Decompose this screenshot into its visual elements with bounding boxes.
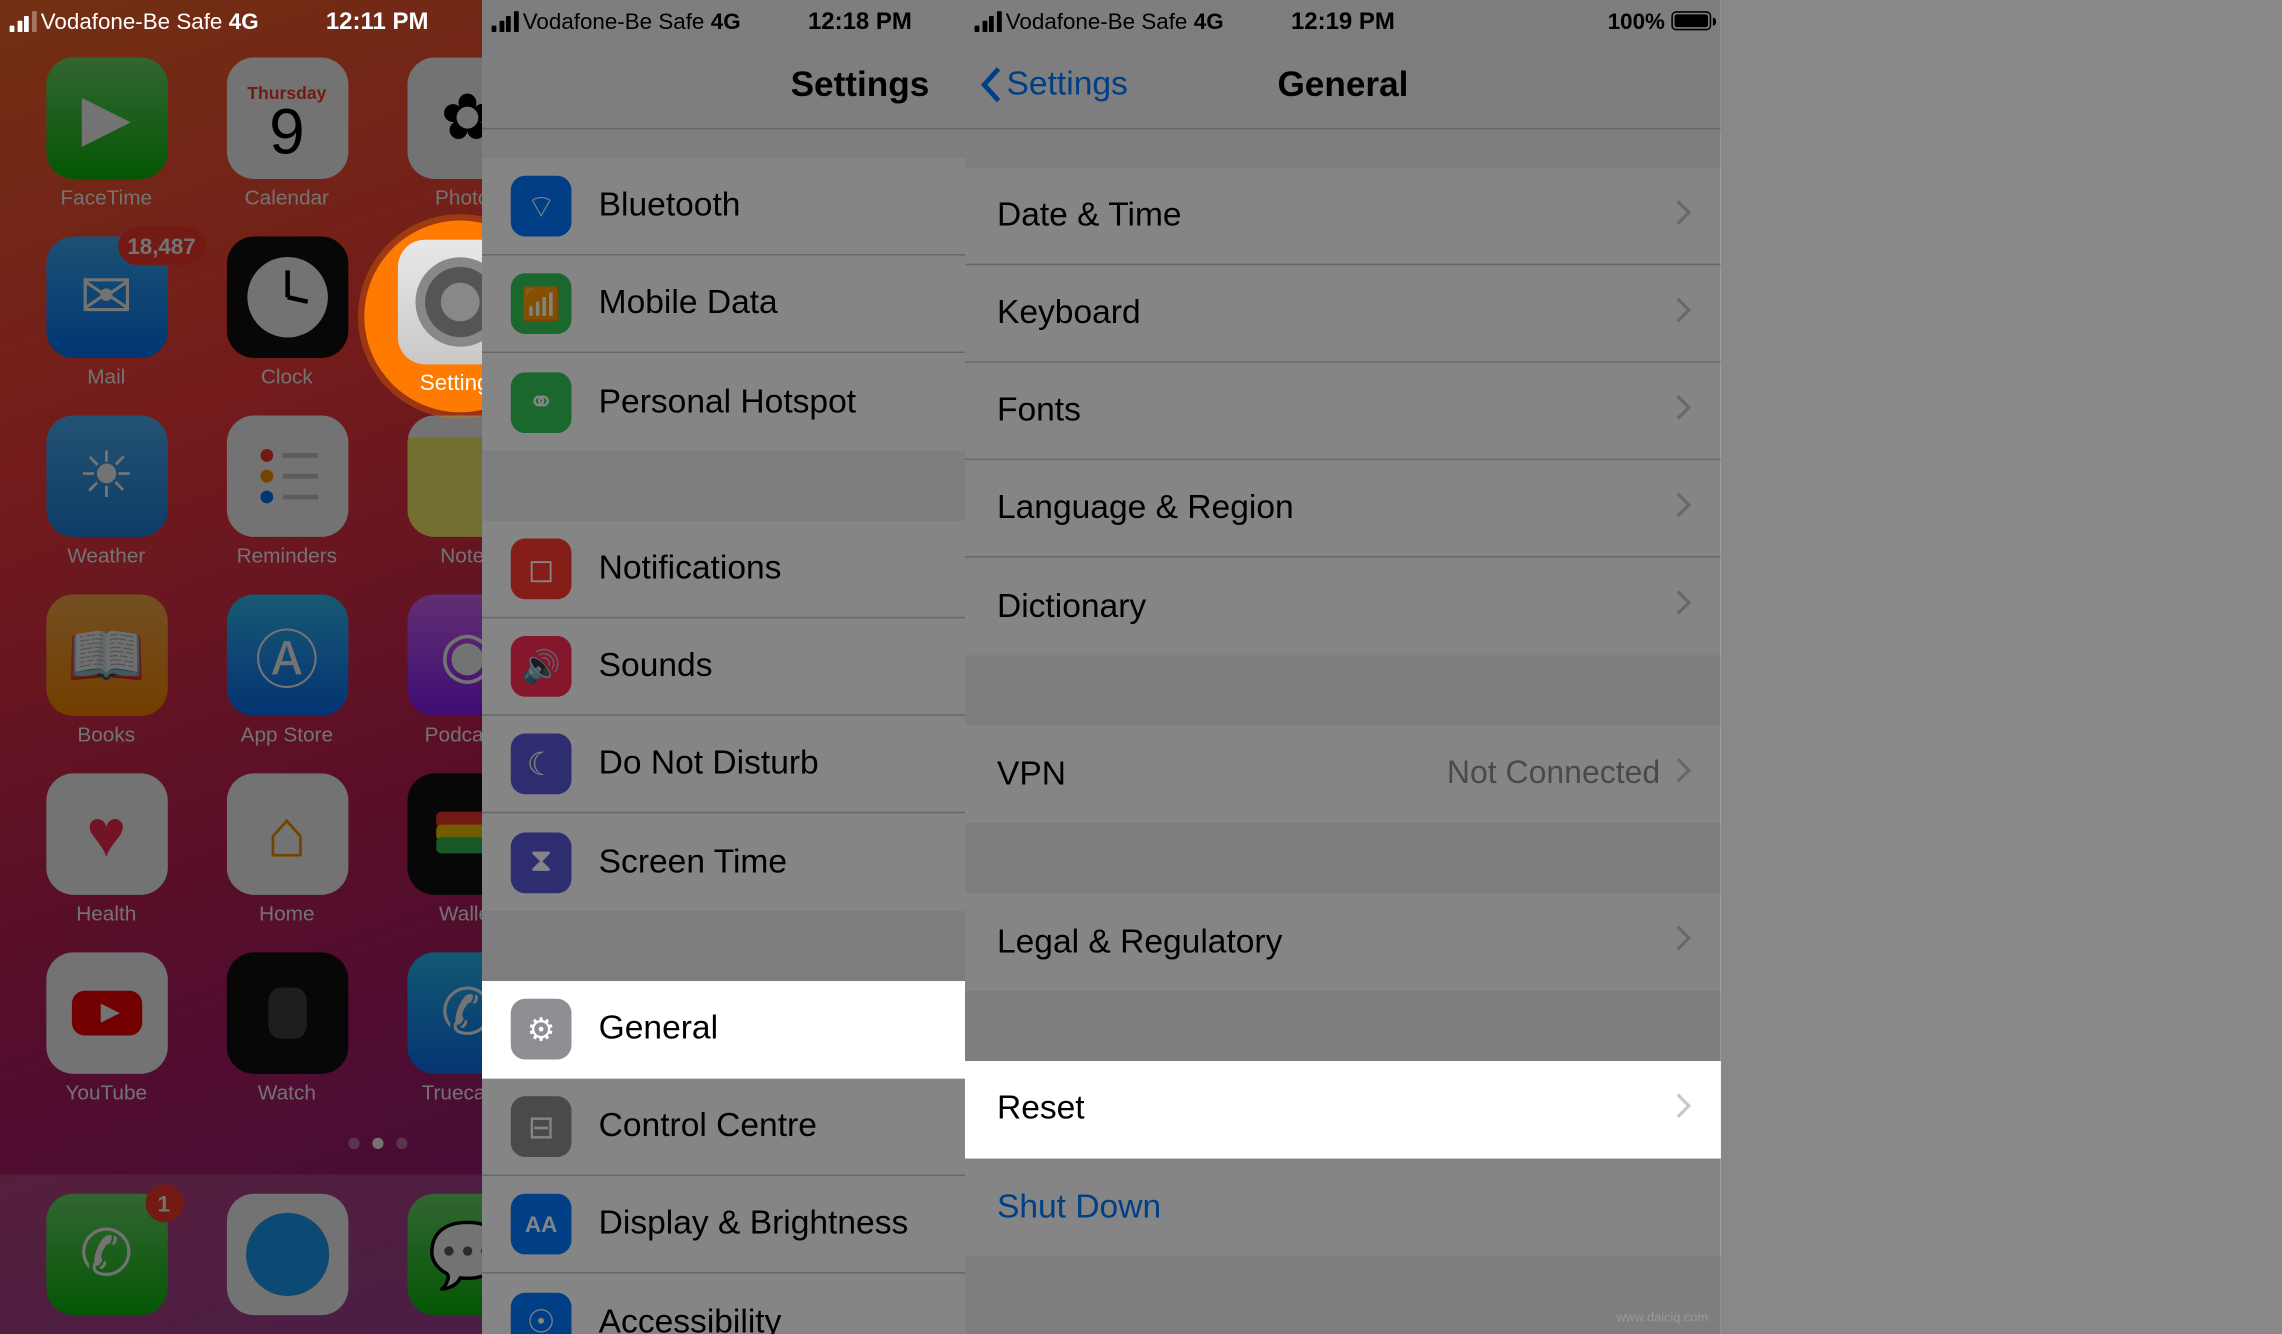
weather-icon: ☀: [46, 415, 167, 536]
signal-icon: [975, 10, 1001, 31]
home-icon: ⌂: [226, 773, 347, 894]
badge-phone: 1: [145, 1184, 183, 1222]
status-network: 4G: [229, 8, 259, 34]
dock-phone[interactable]: ✆1: [36, 1194, 177, 1315]
mobile-data-icon: 📶: [511, 273, 572, 334]
app-youtube[interactable]: YouTube: [36, 952, 177, 1131]
health-icon: ♥: [46, 773, 167, 894]
display-icon: AA: [511, 1194, 572, 1255]
app-clock[interactable]: Clock: [217, 237, 358, 416]
app-mail[interactable]: ✉18,487Mail: [36, 237, 177, 416]
notifications-icon: ◻: [511, 539, 572, 600]
chevron-right-icon: [1676, 394, 1692, 428]
status-carrier: Vodafone-Be Safe: [41, 8, 223, 34]
books-icon: 📖: [46, 594, 167, 715]
app-reminders[interactable]: Reminders: [217, 415, 358, 594]
general-icon: ⚙: [511, 999, 572, 1060]
row-shut-down[interactable]: Shut Down: [965, 1159, 1721, 1256]
row-dictionary[interactable]: Dictionary: [965, 558, 1721, 655]
chevron-right-icon: [1676, 757, 1692, 791]
badge-mail: 18,487: [118, 227, 206, 265]
control-centre-icon: ⊟: [511, 1096, 572, 1157]
mail-icon: ✉18,487: [46, 237, 167, 358]
row-language-region[interactable]: Language & Region: [965, 460, 1721, 557]
youtube-icon: [46, 952, 167, 1073]
app-facetime[interactable]: ▶FaceTime: [36, 58, 177, 237]
signal-icon: [10, 10, 36, 31]
chevron-right-icon: [1676, 296, 1692, 330]
clock-icon: [226, 237, 347, 358]
phone-icon: ✆1: [46, 1194, 167, 1315]
screenshot-general: Vodafone-Be Safe 4G 12:19 PM 100% Settin…: [965, 0, 1721, 1334]
app-appstore[interactable]: ⒶApp Store: [217, 594, 358, 773]
chevron-right-icon: [1676, 1092, 1692, 1126]
app-home[interactable]: ⌂Home: [217, 773, 358, 952]
dock-safari[interactable]: [217, 1194, 358, 1315]
page-title: Settings: [791, 64, 930, 106]
page-title: General: [1277, 64, 1408, 106]
reminders-icon: [226, 415, 347, 536]
facetime-icon: ▶: [46, 58, 167, 179]
safari-icon: [226, 1194, 347, 1315]
watch-icon: [226, 952, 347, 1073]
watermark: www.daiciq.com: [1616, 1310, 1708, 1324]
dnd-icon: ☾: [511, 733, 572, 794]
app-watch[interactable]: Watch: [217, 952, 358, 1131]
hotspot-icon: ⚭: [511, 372, 572, 433]
chevron-right-icon: [1676, 590, 1692, 624]
row-legal-regulatory[interactable]: Legal & Regulatory: [965, 893, 1721, 990]
row-reset[interactable]: Reset: [965, 1061, 1721, 1158]
row-date-time[interactable]: Date & Time: [965, 168, 1721, 265]
bluetooth-icon: ⌔: [511, 176, 572, 237]
signal-icon: [492, 10, 518, 31]
chevron-right-icon: [1676, 491, 1692, 525]
chevron-right-icon: [1676, 925, 1692, 959]
app-calendar[interactable]: Thursday9Calendar: [217, 58, 358, 237]
nav-bar: Settings General: [965, 42, 1721, 130]
status-bar: Vodafone-Be Safe 4G 12:19 PM 100%: [965, 0, 1721, 42]
chevron-right-icon: [1676, 199, 1692, 233]
appstore-icon: Ⓐ: [226, 594, 347, 715]
app-books[interactable]: 📖Books: [36, 594, 177, 773]
row-fonts[interactable]: Fonts: [965, 363, 1721, 460]
battery-icon: [1671, 11, 1711, 30]
chevron-left-icon: [978, 66, 1004, 104]
app-weather[interactable]: ☀Weather: [36, 415, 177, 594]
back-button[interactable]: Settings: [978, 66, 1128, 104]
row-keyboard[interactable]: Keyboard: [965, 265, 1721, 362]
sounds-icon: 🔊: [511, 636, 572, 697]
app-health[interactable]: ♥Health: [36, 773, 177, 952]
row-vpn[interactable]: VPNNot Connected: [965, 725, 1721, 822]
status-time: 12:11 PM: [326, 7, 429, 34]
accessibility-icon: ☉: [511, 1292, 572, 1334]
calendar-icon: Thursday9: [226, 58, 347, 179]
screen-time-icon: ⧗: [511, 832, 572, 893]
